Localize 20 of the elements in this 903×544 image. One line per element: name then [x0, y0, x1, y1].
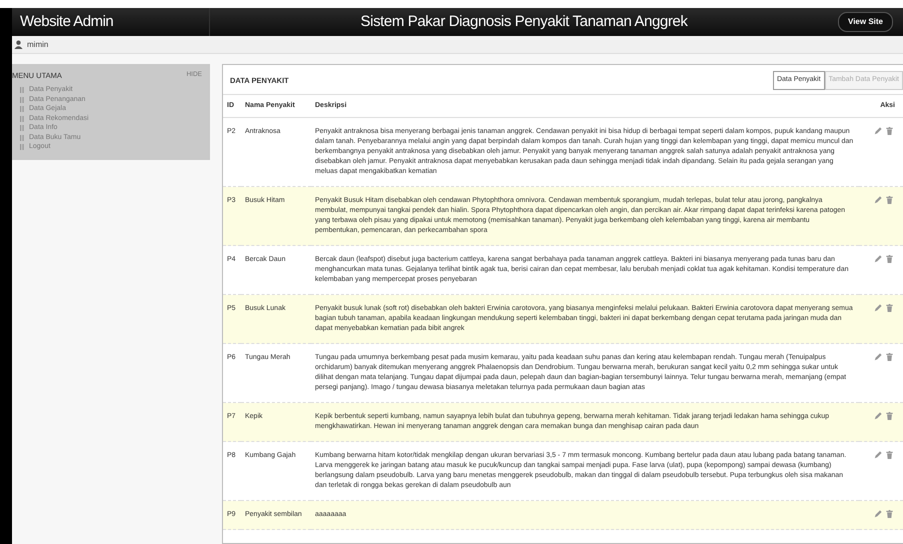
view-site-button[interactable]: View Site	[838, 12, 893, 32]
edit-icon[interactable]	[874, 304, 882, 312]
delete-icon[interactable]	[886, 510, 893, 518]
app-title: Sistem Pakar Diagnosis Penyakit Tanaman Anggrek	[360, 12, 689, 32]
delete-icon[interactable]	[886, 304, 893, 312]
edit-icon[interactable]	[874, 255, 882, 263]
edit-icon[interactable]	[874, 196, 882, 204]
delete-icon[interactable]	[886, 451, 893, 459]
delete-icon[interactable]	[886, 127, 893, 135]
edit-icon[interactable]	[874, 127, 882, 135]
edit-icon[interactable]	[874, 412, 882, 420]
delete-icon[interactable]	[886, 353, 893, 361]
delete-icon[interactable]	[886, 412, 893, 420]
user-icon	[14, 40, 23, 49]
delete-icon[interactable]	[886, 255, 893, 263]
delete-icon[interactable]	[886, 196, 893, 204]
edit-icon[interactable]	[874, 353, 882, 361]
edit-icon[interactable]	[874, 510, 882, 518]
user-name: mimin	[27, 38, 48, 50]
edit-icon[interactable]	[874, 451, 882, 459]
